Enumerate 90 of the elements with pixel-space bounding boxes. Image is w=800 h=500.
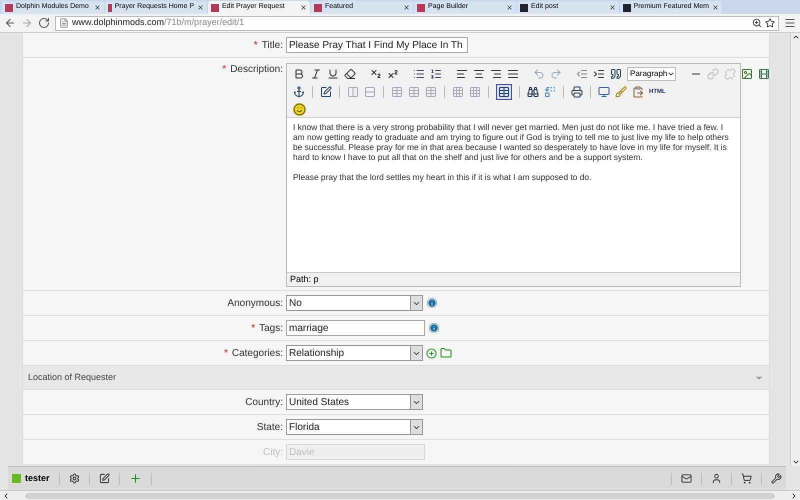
print-icon[interactable] <box>571 86 583 98</box>
subscript-icon[interactable] <box>370 68 382 80</box>
favicon-icon <box>5 4 13 12</box>
bookmark-star-icon[interactable] <box>765 18 775 28</box>
field-label: Description: <box>230 63 283 77</box>
favicon-icon <box>314 4 322 12</box>
address-bar[interactable]: www.dolphinmods.com/71b/m/prayer/edit/1 <box>55 16 779 30</box>
close-icon[interactable] <box>712 4 719 11</box>
image-icon[interactable] <box>741 68 754 80</box>
film-icon[interactable] <box>758 68 770 80</box>
page-icon <box>59 18 69 28</box>
info-icon[interactable] <box>429 323 439 333</box>
field-label: Anonymous: <box>227 296 283 310</box>
quote-icon[interactable] <box>610 68 622 80</box>
menu-icon[interactable] <box>784 17 796 29</box>
select-dropdown[interactable]: No <box>286 295 423 311</box>
add-icon[interactable] <box>426 348 437 358</box>
select-dropdown[interactable]: Florida <box>286 419 423 435</box>
superscript-icon[interactable] <box>387 68 399 80</box>
field-label: Country: <box>245 396 283 410</box>
caret-icon <box>667 70 676 78</box>
edit-icon[interactable] <box>320 86 332 98</box>
back-icon[interactable] <box>4 17 16 29</box>
align-justify-icon[interactable] <box>507 68 519 80</box>
underline-icon[interactable] <box>327 68 339 80</box>
scroll-right-icon <box>790 492 798 500</box>
favicon-icon <box>108 4 112 12</box>
close-icon[interactable] <box>609 4 616 11</box>
edit-icon[interactable] <box>98 473 110 484</box>
field-label: Tags: <box>259 322 283 336</box>
anchor-icon[interactable] <box>293 86 305 98</box>
smiley-icon[interactable] <box>293 103 306 116</box>
align-left-icon[interactable] <box>456 68 468 80</box>
wrench-icon[interactable] <box>771 473 782 484</box>
zoom-icon[interactable] <box>752 18 762 28</box>
italic-icon[interactable] <box>310 68 322 80</box>
cart-icon[interactable] <box>741 473 752 484</box>
bold-icon[interactable] <box>293 68 305 80</box>
preview-icon[interactable] <box>598 86 610 98</box>
required-mark: * <box>224 346 228 360</box>
close-icon[interactable] <box>197 4 204 11</box>
scroll-down-icon <box>792 458 800 466</box>
required-mark: * <box>251 322 256 336</box>
required-mark: * <box>222 63 226 77</box>
editor-paragraph: Please pray that the lord settles my heart in this if it is what I am supposed to do. <box>293 172 592 182</box>
field-label: State: <box>256 420 283 434</box>
align-right-icon[interactable] <box>490 68 502 80</box>
section-header[interactable]: Location of Requester <box>23 366 769 390</box>
close-icon[interactable] <box>506 4 513 11</box>
username-link[interactable]: tester <box>25 472 50 486</box>
mail-icon[interactable] <box>681 473 692 484</box>
horizontal-scrollbar[interactable] <box>0 490 800 500</box>
table-insert-icon[interactable] <box>496 84 512 100</box>
scroll-up-icon <box>792 33 800 41</box>
scroll-left-icon <box>2 492 10 500</box>
favicon-icon <box>211 4 219 12</box>
text-input[interactable]: marriage <box>286 320 425 336</box>
required-mark: * <box>254 38 258 52</box>
field-label: Title: <box>262 38 283 52</box>
favicon-icon <box>417 4 425 12</box>
close-icon[interactable] <box>94 4 101 11</box>
folder-icon[interactable] <box>440 347 452 359</box>
settings-icon[interactable] <box>68 473 80 484</box>
paste-icon[interactable] <box>632 86 644 98</box>
favicon-icon <box>623 4 631 12</box>
numbered-list-icon[interactable] <box>430 68 442 80</box>
find-icon[interactable] <box>527 86 539 98</box>
field-label: City: <box>263 446 283 460</box>
brush-icon[interactable] <box>615 86 627 98</box>
reload-icon[interactable] <box>38 17 50 29</box>
field-label: Categories: <box>232 346 283 360</box>
select-dropdown[interactable]: Relationship <box>286 345 423 361</box>
info-icon[interactable] <box>427 298 437 308</box>
format-select[interactable]: Paragraph <box>627 67 676 81</box>
align-center-icon[interactable] <box>473 68 485 80</box>
eraser-icon[interactable] <box>344 68 356 80</box>
select-dropdown[interactable]: United States <box>286 394 423 410</box>
indent-icon[interactable] <box>593 68 605 80</box>
plus-icon[interactable] <box>128 472 142 485</box>
user-icon[interactable] <box>711 473 722 484</box>
outdent-icon[interactable] <box>576 68 588 80</box>
vertical-scrollbar[interactable] <box>790 33 800 466</box>
favicon-icon <box>520 4 528 12</box>
close-icon[interactable] <box>300 4 307 11</box>
replace-icon[interactable] <box>544 86 556 98</box>
editor-content[interactable] <box>287 117 740 273</box>
close-icon[interactable] <box>403 4 410 11</box>
editor-paragraph: I know that there is a very strong probability that I will never get married. Men just do not like me. I have tried a few. I am now getting ready to graduate and am trying to figure out if God is trying to tell me to just live my life to help others be successful. Please pray for me in that area because I wanted so desperately to have love in my life for myself. It is hard to know I have to put all that on the shelf and just live for others and be a support system. <box>293 122 730 162</box>
editor-path: Path: p <box>290 272 319 286</box>
text-input[interactable]: Please Pray That I Find My Place In Th <box>286 37 468 53</box>
